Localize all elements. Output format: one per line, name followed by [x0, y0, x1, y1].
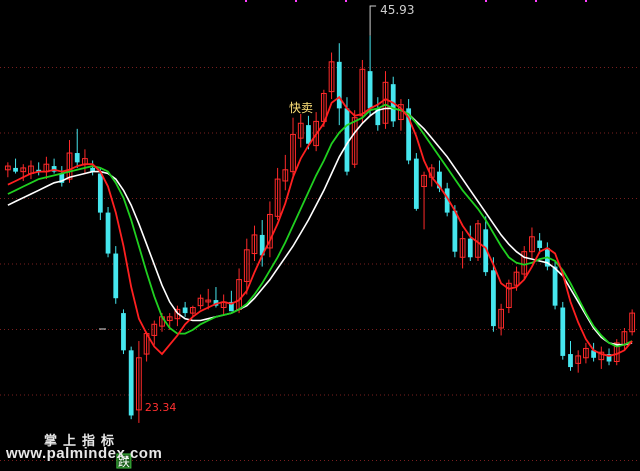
- candle-body-down: [121, 313, 126, 351]
- ma-slow-line: [7, 107, 633, 346]
- candle-body-down: [182, 307, 188, 314]
- candle-body-down: [74, 153, 80, 163]
- marker-dot: [295, 0, 297, 2]
- candle-body-down: [336, 61, 342, 109]
- candle-body-down: [537, 240, 543, 248]
- price-gridlines: [0, 67, 640, 461]
- ma-fast-line: [7, 95, 633, 357]
- min-price-label: 23.34: [145, 401, 177, 414]
- candlesticks: [4, 35, 636, 423]
- candle-body-down: [452, 210, 458, 252]
- candle-body-down: [13, 167, 18, 172]
- stock-chart: 45.9323.34快卖跌: [0, 0, 640, 469]
- max-price-pointer: [369, 5, 377, 36]
- marker-dot: [585, 0, 587, 2]
- marker-dot: [245, 0, 247, 2]
- candle-body-down: [467, 238, 473, 258]
- candle-body-down: [552, 266, 558, 306]
- ma-mid-line: [7, 103, 633, 348]
- marker-dot: [535, 0, 537, 2]
- marker-dot: [485, 0, 487, 2]
- candle-body-down: [367, 71, 373, 109]
- max-price-label: 45.93: [380, 3, 414, 17]
- candle-body-down: [128, 350, 134, 416]
- candle-body-down: [105, 212, 111, 254]
- candle-body-down: [560, 307, 566, 356]
- sell-signal-label: 快卖: [289, 101, 313, 115]
- watermark-url: www.palmindex.com: [6, 445, 163, 462]
- candle-body-down: [97, 173, 103, 213]
- marker-dot: [345, 0, 347, 2]
- candle-body-down: [413, 158, 419, 209]
- candle-body-down: [491, 270, 496, 327]
- candle-body-down: [306, 125, 311, 144]
- top-marker-dots: [245, 0, 587, 2]
- candle-body-down: [113, 253, 119, 299]
- candle-body-down: [568, 354, 573, 368]
- moving-average-lines: [7, 95, 633, 357]
